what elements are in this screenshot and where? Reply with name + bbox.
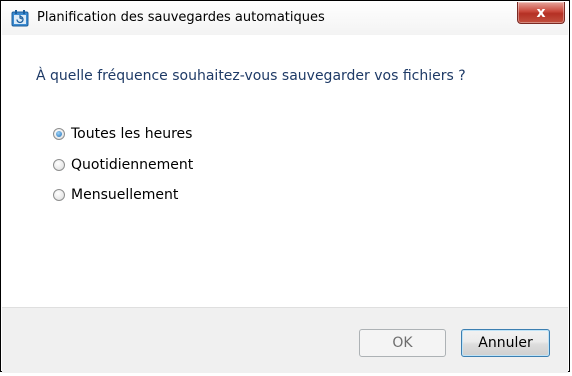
frequency-question: À quelle fréquence souhaitez-vous sauveg… (36, 68, 466, 84)
radio-button-daily[interactable] (53, 159, 65, 171)
ok-button[interactable]: OK (359, 329, 446, 357)
radio-option-hourly[interactable]: Toutes les heures (53, 124, 192, 144)
dialog-footer: OK Annuler (2, 307, 568, 373)
radio-button-monthly[interactable] (53, 189, 65, 201)
dialog-content: À quelle fréquence souhaitez-vous sauveg… (2, 35, 568, 307)
radio-button-hourly[interactable] (53, 128, 65, 140)
close-button[interactable]: x (517, 2, 565, 24)
radio-option-daily[interactable]: Quotidiennement (53, 155, 193, 175)
cancel-button[interactable]: Annuler (461, 329, 550, 357)
radio-label-monthly: Mensuellement (71, 187, 179, 203)
title-bar[interactable]: Planification des sauvegardes automatiqu… (2, 1, 568, 35)
window-title: Planification des sauvegardes automatiqu… (37, 10, 325, 25)
backup-schedule-icon (11, 9, 29, 27)
close-icon: x (536, 4, 546, 21)
dialog-window: Planification des sauvegardes automatiqu… (0, 0, 570, 373)
radio-label-daily: Quotidiennement (71, 157, 194, 173)
radio-option-monthly[interactable]: Mensuellement (53, 185, 178, 205)
radio-label-hourly: Toutes les heures (71, 126, 193, 142)
